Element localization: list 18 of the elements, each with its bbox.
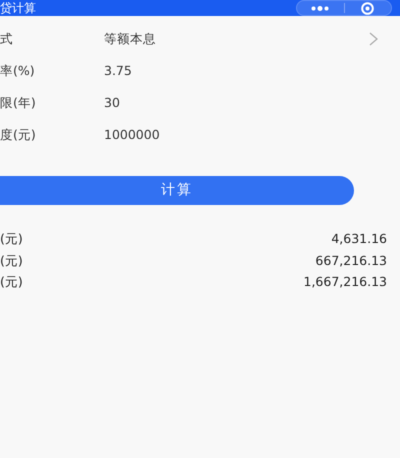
chevron-right-icon [369,32,378,46]
picker-value[interactable]: 等额本息 [104,30,369,48]
field-label: 限(年) [0,94,37,112]
result-label: (元) [0,252,23,270]
result-label: (元) [0,273,23,292]
result-value: 667,216.13 [315,252,387,270]
input-field[interactable]: 1000000 [104,126,400,144]
more-icon[interactable] [311,6,330,10]
result-label: (元) [0,230,23,248]
field-label: 率(%) [0,62,36,80]
field-label: 度(元) [0,126,37,144]
field-label: 式 [0,30,14,48]
result-value: 4,631.16 [331,230,387,248]
input-field[interactable]: 30 [104,94,400,112]
window-title: 贷计算 [0,2,36,14]
input-field[interactable]: 3.75 [104,62,400,80]
result-value: 1,667,216.13 [304,273,387,292]
calculate-button[interactable]: 计算 [0,176,354,205]
